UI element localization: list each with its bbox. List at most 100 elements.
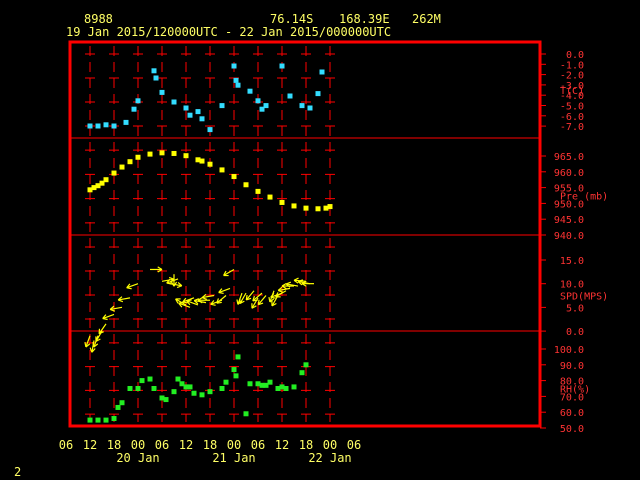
temperature-point <box>183 105 189 111</box>
x-tick-label: 12 <box>179 438 193 452</box>
rh-point <box>191 390 197 396</box>
y-tick-label: 5.0 <box>566 303 584 314</box>
wind-arrow-head <box>268 297 271 303</box>
x-tick-label: 00 <box>227 438 241 452</box>
wind-arrow-head <box>236 299 239 305</box>
temperature-point <box>315 91 321 97</box>
pressure-point <box>103 177 109 183</box>
pressure-point <box>207 161 213 167</box>
rh-point <box>119 400 125 406</box>
rh-point <box>111 416 117 422</box>
wind-arrow-head <box>210 303 216 306</box>
rh-point <box>283 386 289 391</box>
temperature-point <box>299 103 305 109</box>
pressure-point <box>147 151 153 157</box>
pressure-point <box>279 199 285 205</box>
wind-arrow-head <box>218 291 224 295</box>
pressure-point <box>219 167 225 173</box>
y-tick-label: 945.0 <box>554 215 584 226</box>
rh-point <box>233 373 239 379</box>
temperature-point <box>171 99 177 105</box>
temperature-point <box>187 112 193 118</box>
wind-arrow-head <box>216 301 222 304</box>
x-tick-label: 12 <box>275 438 289 452</box>
y-axis-label: RH(%) <box>560 385 590 396</box>
x-tick-label: 12 <box>83 438 97 452</box>
wind-arrow-head <box>252 299 258 302</box>
rh-point <box>127 386 133 391</box>
x-day-label: 22 Jan <box>308 451 351 465</box>
x-day-label: 20 Jan <box>116 451 159 465</box>
rh-point <box>303 362 309 368</box>
pressure-point <box>291 203 297 209</box>
pressure-point <box>111 170 117 176</box>
temperature-point <box>131 106 137 112</box>
rh-point <box>95 417 101 423</box>
pressure-point <box>183 153 189 159</box>
temperature-point <box>87 123 93 129</box>
temperature-point <box>103 122 109 128</box>
wind-arrow-head <box>117 299 124 303</box>
x-tick-label: 00 <box>131 438 145 452</box>
wind-arrow-head <box>176 285 183 289</box>
temperature-point <box>195 109 201 115</box>
temperature-point <box>95 123 101 129</box>
rh-point <box>87 417 93 423</box>
temperature-point <box>287 93 293 99</box>
pressure-point <box>159 150 165 156</box>
y-tick-label: 0.0 <box>566 327 584 338</box>
y-axis-label: T(C) <box>560 86 584 97</box>
wind-arrow-head <box>166 282 172 285</box>
x-tick-label: 18 <box>107 438 121 452</box>
rh-point <box>267 379 273 385</box>
rh-point <box>207 389 213 395</box>
x-tick-label: 06 <box>251 438 265 452</box>
rh-point <box>219 386 225 391</box>
rh-point <box>291 384 297 390</box>
pressure-point <box>119 164 125 170</box>
pressure-point <box>255 188 261 194</box>
temperature-point <box>307 105 313 111</box>
pressure-point <box>135 154 141 160</box>
pressure-point <box>231 174 237 180</box>
rh-point <box>147 376 153 382</box>
rh-point <box>231 367 237 373</box>
x-day-label: 21 Jan <box>212 451 255 465</box>
rh-point <box>235 354 241 360</box>
rh-point <box>243 411 249 417</box>
x-tick-label: 06 <box>59 438 73 452</box>
y-axis-label: SPD(MPS) <box>560 292 608 303</box>
wind-arrow-head <box>201 297 208 300</box>
temperature-point <box>207 127 213 133</box>
temperature-point <box>279 63 285 69</box>
y-tick-label: 100.0 <box>554 345 584 356</box>
y-tick-label: 960.0 <box>554 168 584 179</box>
pressure-point <box>199 158 205 164</box>
rh-point <box>163 397 169 403</box>
x-tick-label: 18 <box>299 438 313 452</box>
temperature-point <box>135 98 141 104</box>
x-tick-label: 06 <box>347 438 361 452</box>
temperature-point <box>247 88 253 94</box>
rh-point <box>103 417 109 423</box>
y-tick-label: 50.0 <box>560 424 584 435</box>
temperature-point <box>219 103 225 109</box>
temperature-point <box>231 63 237 69</box>
temperature-point <box>151 68 157 74</box>
temperature-point <box>235 82 241 88</box>
meteogram-chart: 0.0-1.0-2.0-3.0-4.0-5.0-6.0-7.0T(C)965.0… <box>59 40 608 465</box>
y-tick-label: 60.0 <box>560 408 584 419</box>
wind-arrow-head <box>126 287 132 290</box>
temperature-point <box>263 103 269 109</box>
rh-point <box>223 379 229 385</box>
pressure-point <box>171 150 177 156</box>
pressure-point <box>303 205 309 211</box>
y-tick-label: 90.0 <box>560 361 584 372</box>
rh-point <box>171 389 177 395</box>
rh-point <box>139 378 145 384</box>
wind-arrow-head <box>285 281 292 285</box>
pressure-point <box>127 159 133 165</box>
pressure-point <box>243 182 249 188</box>
temperature-point <box>123 119 129 125</box>
temperature-point <box>255 98 261 104</box>
